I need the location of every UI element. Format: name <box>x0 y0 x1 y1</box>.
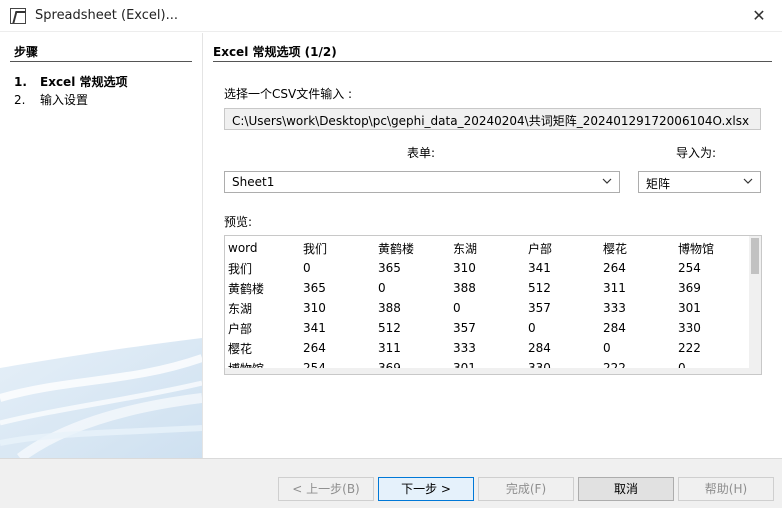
sheet-select[interactable]: Sheet1 <box>224 171 620 193</box>
table-cell: 284 <box>603 321 626 335</box>
table-cell: 369 <box>678 281 701 295</box>
table-cell: 284 <box>528 341 551 355</box>
table-row: 我们 0 365 310 341 264 254 <box>227 258 752 278</box>
table-cell: 301 <box>678 301 701 315</box>
table-cell: 0 <box>378 281 386 295</box>
table-header-cell: 樱花 <box>603 241 628 256</box>
table-cell: 254 <box>678 261 701 275</box>
table-cell: 341 <box>528 261 551 275</box>
table-cell: 0 <box>303 261 311 275</box>
window-title: Spreadsheet (Excel)... <box>35 8 178 23</box>
table-cell: 311 <box>378 341 401 355</box>
vertical-scrollbar[interactable] <box>749 236 761 374</box>
step-item-excel-options: 1. Excel 常规选项 <box>14 73 127 90</box>
import-as-select-value: 矩阵 <box>646 177 671 191</box>
table-cell: 388 <box>378 301 401 315</box>
close-button[interactable]: ✕ <box>736 0 782 32</box>
table-cell: 黄鹤楼 <box>228 281 265 296</box>
table-cell: 0 <box>603 341 611 355</box>
table-cell: 0 <box>528 321 536 335</box>
chevron-down-icon <box>743 178 753 184</box>
table-cell: 310 <box>453 261 476 275</box>
horizontal-scrollbar[interactable] <box>225 368 749 374</box>
table-header-row: word 我们 黄鹤楼 东湖 户部 樱花 博物馆 <box>227 238 752 258</box>
table-header-cell: 我们 <box>303 241 328 256</box>
finish-button[interactable]: 完成(F) <box>478 477 574 501</box>
wizard-decoration-graphic <box>0 338 202 458</box>
main-panel: Excel 常规选项 (1/2) 选择一个CSV文件输入 : C:\Users\… <box>203 33 782 458</box>
panel-title: Excel 常规选项 (1/2) <box>213 45 337 59</box>
button-bar: < 上一步(B) 下一步 > 完成(F) 取消 帮助(H) <box>0 458 782 508</box>
table-cell: 333 <box>453 341 476 355</box>
step-label: 输入设置 <box>40 93 89 107</box>
cancel-button[interactable]: 取消 <box>578 477 674 501</box>
step-label: Excel 常规选项 <box>40 75 128 89</box>
chevron-down-icon <box>602 178 612 184</box>
title-bar: Spreadsheet (Excel)... ✕ <box>0 0 782 32</box>
csv-file-label: 选择一个CSV文件输入 : <box>224 87 353 101</box>
preview-label: 预览: <box>224 215 253 229</box>
table-cell: 我们 <box>228 261 253 276</box>
table-cell: 311 <box>603 281 626 295</box>
table-row: 黄鹤楼 365 0 388 512 311 369 <box>227 278 752 298</box>
sheet-label: 表单: <box>407 146 436 160</box>
table-row: 樱花 264 311 333 284 0 222 <box>227 338 752 358</box>
app-icon <box>10 8 26 24</box>
table-header-cell: 东湖 <box>453 241 478 256</box>
table-cell: 330 <box>678 321 701 335</box>
table-cell: 樱花 <box>228 341 253 356</box>
table-cell: 户部 <box>228 321 253 336</box>
table-cell: 388 <box>453 281 476 295</box>
preview-table: word 我们 黄鹤楼 东湖 户部 樱花 博物馆 我们 0 365 310 341 264 254 黄鹤楼 3… <box>227 238 752 374</box>
step-item-input-settings: 2. 输入设置 <box>14 91 88 108</box>
table-cell: 0 <box>453 301 461 315</box>
back-button[interactable]: < 上一步(B) <box>278 477 374 501</box>
panel-divider-line <box>213 61 772 62</box>
table-header-cell: 博物馆 <box>678 241 715 256</box>
table-cell: 333 <box>603 301 626 315</box>
table-cell: 东湖 <box>228 301 253 316</box>
help-button[interactable]: 帮助(H) <box>678 477 774 501</box>
step-number: 2. <box>14 93 26 107</box>
table-row: 东湖 310 388 0 357 333 301 <box>227 298 752 318</box>
step-number: 1. <box>14 75 27 89</box>
preview-table-container[interactable]: word 我们 黄鹤楼 东湖 户部 樱花 博物馆 我们 0 365 310 341 264 254 黄鹤楼 3… <box>224 235 762 375</box>
file-path-field[interactable]: C:\Users\work\Desktop\pc\gephi_data_2024… <box>224 108 761 130</box>
sheet-select-value: Sheet1 <box>232 175 275 189</box>
import-as-label: 导入为: <box>676 146 717 160</box>
table-header-cell: 户部 <box>528 241 553 256</box>
steps-header: 步骤 <box>14 45 39 59</box>
table-cell: 341 <box>303 321 326 335</box>
table-cell: 310 <box>303 301 326 315</box>
next-button[interactable]: 下一步 > <box>378 477 474 501</box>
table-header-cell: 黄鹤楼 <box>378 241 415 256</box>
table-cell: 222 <box>678 341 701 355</box>
table-row: 户部 341 512 357 0 284 330 <box>227 318 752 338</box>
table-cell: 365 <box>378 261 401 275</box>
table-cell: 357 <box>453 321 476 335</box>
table-cell: 264 <box>603 261 626 275</box>
table-header-cell: word <box>228 241 258 255</box>
table-cell: 264 <box>303 341 326 355</box>
steps-divider <box>10 61 192 62</box>
table-cell: 512 <box>528 281 551 295</box>
table-cell: 357 <box>528 301 551 315</box>
steps-panel: 步骤 1. Excel 常规选项 2. 输入设置 <box>0 33 202 458</box>
import-as-select[interactable]: 矩阵 <box>638 171 761 193</box>
vertical-scrollbar-thumb[interactable] <box>751 238 759 274</box>
table-cell: 365 <box>303 281 326 295</box>
table-cell: 512 <box>378 321 401 335</box>
